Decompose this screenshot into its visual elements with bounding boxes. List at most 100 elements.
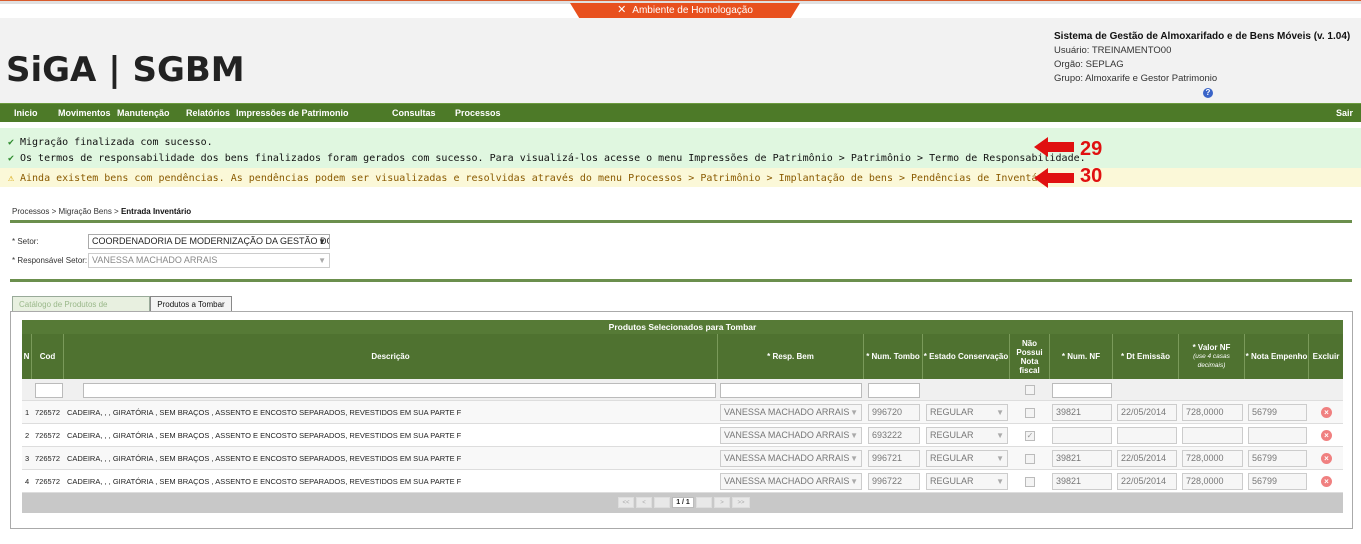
row-number: 4 (25, 477, 30, 486)
chevron-down-icon: ▼ (996, 454, 1004, 463)
help-icon[interactable]: ? (1203, 88, 1213, 98)
chevron-down-icon: ▼ (318, 256, 326, 265)
system-title: Sistema de Gestão de Almoxarifado e de B… (1054, 31, 1351, 42)
valor-nf-input[interactable]: 728,0000 (1182, 450, 1243, 467)
system-info: Sistema de Gestão de Almoxarifado e de B… (1054, 30, 1350, 86)
col-num-tombo: * Num. Tombo (864, 334, 923, 379)
setor-select[interactable]: COORDENADORIA DE MODERNIZAÇÃO DA GESTÃO … (88, 234, 330, 249)
header: SiGA | SGBM Sistema de Gestão de Almoxar… (0, 18, 1361, 103)
pager-next[interactable]: > (714, 497, 730, 508)
dt-emissao-input[interactable]: 22/05/2014 (1117, 404, 1177, 421)
estado-select[interactable]: REGULAR ▼ (926, 473, 1008, 490)
num-tombo-input[interactable]: 996720 (868, 404, 920, 421)
breadcrumb: Processos > Migração Bens > Entrada Inve… (12, 207, 191, 216)
pager-spacer (654, 497, 670, 508)
nao-possui-nota-checkbox[interactable]: ✓ (1025, 431, 1035, 441)
pager-prev[interactable]: < (636, 497, 652, 508)
col-excluir: Excluir (1312, 352, 1340, 361)
dt-emissao-input[interactable]: 22/05/2014 (1117, 473, 1177, 490)
tab-catalogo[interactable]: Catálogo de Produtos de Patrimônio (12, 296, 150, 324)
col-valor-nf-label: * Valor NF (1192, 343, 1231, 352)
num-tombo-input[interactable]: 996722 (868, 473, 920, 490)
menu-item-impressoes[interactable]: Impressões de Patrimonio (236, 104, 349, 122)
filter-num-nf[interactable] (1052, 383, 1112, 398)
resp-bem-select[interactable]: VANESSA MACHADO ARRAIS ▼ (720, 473, 862, 490)
row-number: 3 (25, 454, 30, 463)
valor-nf-input[interactable]: 728,0000 (1182, 473, 1243, 490)
filter-nao-possui-nota[interactable] (1025, 385, 1035, 395)
filter-row (22, 379, 1343, 401)
tab-produtos-a-tombar[interactable]: Produtos a Tombar (150, 296, 232, 312)
table-row: 2 726572 CADEIRA, , , GIRATÓRIA , SEM BRAÇ… (22, 424, 1343, 447)
nota-empenho-input[interactable]: 56799 (1248, 473, 1307, 490)
nao-possui-nota-checkbox[interactable] (1025, 454, 1035, 464)
row-descricao: CADEIRA, , , GIRATÓRIA , SEM BRAÇOS , AS… (67, 477, 462, 486)
breadcrumb-path[interactable]: Processos > Migração Bens > (12, 207, 121, 216)
breadcrumb-current: Entrada Inventário (120, 207, 192, 216)
delete-icon[interactable]: × (1321, 407, 1332, 418)
pager-last[interactable]: >> (732, 497, 750, 508)
col-num-nf: * Num. NF (1050, 334, 1113, 379)
num-nf-input[interactable]: 39821 (1052, 404, 1112, 421)
main-menu: Inicio Movimentos Manutenção Relatórios … (0, 103, 1361, 122)
resp-bem-select[interactable]: VANESSA MACHADO ARRAIS ▼ (720, 404, 862, 421)
num-nf-input[interactable]: 39821 (1052, 450, 1112, 467)
col-n: N (22, 334, 32, 379)
app-root: ✕ Ambiente de Homologação SiGA | SGBM Sis… (0, 0, 1361, 544)
num-tombo-input[interactable]: 996721 (868, 450, 920, 467)
col-nao-possui-nota: Não Possui Nota fiscal (1010, 334, 1050, 379)
valor-nf-input[interactable]: 728,0000 (1182, 404, 1243, 421)
products-grid: Produtos Selecionados para Tombar N Cod … (22, 320, 1343, 513)
row-descricao: CADEIRA, , , GIRATÓRIA , SEM BRAÇOS , AS… (67, 454, 462, 463)
menu-item-inicio[interactable]: Inicio (14, 104, 38, 122)
chevron-down-icon: ▼ (850, 477, 858, 486)
estado-select[interactable]: REGULAR ▼ (926, 450, 1008, 467)
warning-message: ⚠ Ainda existem bens com pendências. As p… (8, 173, 1062, 184)
grid-body: 1 726572 CADEIRA, , , GIRATÓRIA , SEM BRAÇ… (22, 401, 1343, 493)
nao-possui-nota-checkbox[interactable] (1025, 408, 1035, 418)
separator (10, 279, 1352, 282)
row-cod: 726572 (35, 431, 61, 440)
row-cod: 726572 (35, 408, 61, 417)
menu-item-manutencao[interactable]: Manutenção (117, 104, 170, 122)
dt-emissao-input[interactable] (1117, 427, 1177, 444)
pager-info: 1 / 1 (672, 497, 694, 508)
nota-empenho-input[interactable]: 56799 (1248, 450, 1307, 467)
nota-empenho-input[interactable] (1248, 427, 1307, 444)
responsavel-select[interactable]: VANESSA MACHADO ARRAIS ▼ (88, 253, 330, 268)
success-message-1: ✔ Migração finalizada com sucesso. (8, 137, 213, 148)
menu-item-movimentos[interactable]: Movimentos (58, 104, 111, 122)
group-info: Grupo: Almoxarife e Gestor Patrimonio (1054, 73, 1218, 84)
estado-select[interactable]: REGULAR ▼ (926, 427, 1008, 444)
pager-first[interactable]: << (618, 497, 634, 508)
filter-cod[interactable] (35, 383, 63, 398)
menu-item-relatorios[interactable]: Relatórios (186, 104, 230, 122)
num-nf-input[interactable] (1052, 427, 1112, 444)
resp-bem-select[interactable]: VANESSA MACHADO ARRAIS ▼ (720, 450, 862, 467)
org-info: Orgão: SEPLAG (1054, 59, 1124, 70)
nao-possui-nota-checkbox[interactable] (1025, 477, 1035, 487)
resp-bem-select[interactable]: VANESSA MACHADO ARRAIS ▼ (720, 427, 862, 444)
dt-emissao-input[interactable]: 22/05/2014 (1117, 450, 1177, 467)
arrow-left-icon (1034, 168, 1074, 188)
success-message-2: ✔ Os termos de responsabilidade dos bens … (8, 153, 1086, 164)
col-resp-bem: * Resp. Bem (718, 334, 864, 379)
num-nf-input[interactable]: 39821 (1052, 473, 1112, 490)
menu-item-consultas[interactable]: Consultas (392, 104, 436, 122)
filter-resp-bem[interactable] (720, 383, 862, 398)
num-tombo-input[interactable]: 693222 (868, 427, 920, 444)
logo-part2: SGBM (132, 50, 245, 90)
delete-icon[interactable]: × (1321, 430, 1332, 441)
nota-empenho-input[interactable]: 56799 (1248, 404, 1307, 421)
menu-item-sair[interactable]: Sair (1336, 104, 1353, 122)
valor-nf-input[interactable] (1182, 427, 1243, 444)
filter-descricao[interactable] (83, 383, 716, 398)
menu-item-processos[interactable]: Processos (455, 104, 501, 122)
delete-icon[interactable]: × (1321, 476, 1332, 487)
setor-label: * Setor: (12, 237, 39, 246)
filter-num-tombo[interactable] (868, 383, 920, 398)
estado-select[interactable]: REGULAR ▼ (926, 404, 1008, 421)
table-row: 4 726572 CADEIRA, , , GIRATÓRIA , SEM BRAÇ… (22, 470, 1343, 493)
col-dt-emissao: * Dt Emissão (1113, 334, 1179, 379)
delete-icon[interactable]: × (1321, 453, 1332, 464)
